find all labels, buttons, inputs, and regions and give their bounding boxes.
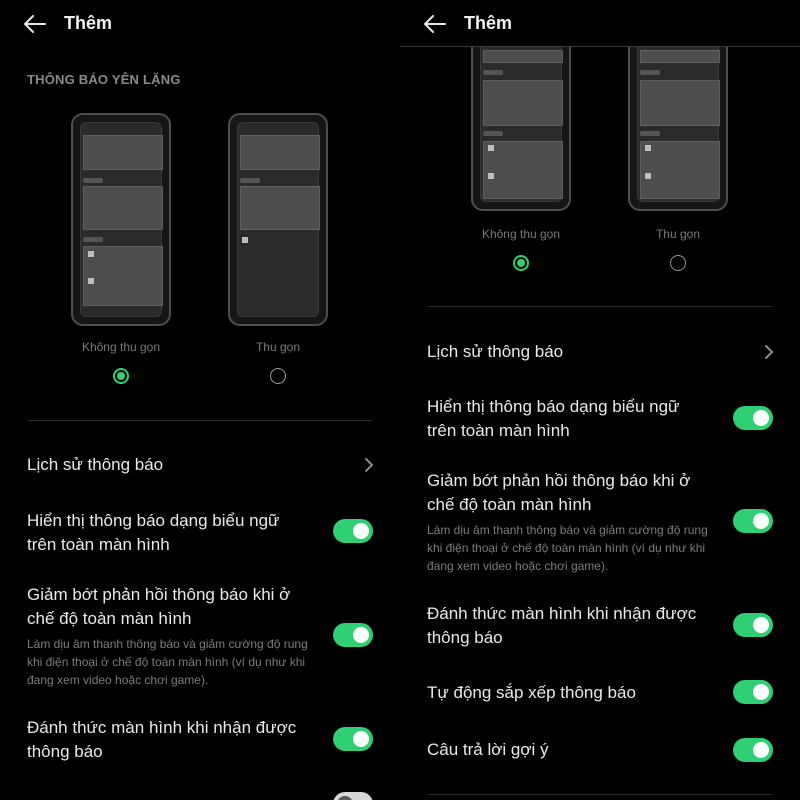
preview-not-collapsed[interactable]: [471, 47, 571, 211]
divider: [427, 306, 773, 307]
screen-right: Thêm Không thu gọn Thu gọn Lịch sử thông…: [400, 0, 800, 800]
preview-app-dot: [645, 145, 651, 151]
row-sub-reduce-feedback: Làm dịu âm thanh thông báo và giảm cường…: [27, 637, 308, 687]
preview-not-collapsed[interactable]: [71, 113, 171, 326]
toggle-reduce-feedback[interactable]: [333, 623, 373, 647]
preview-notification-card: [483, 80, 563, 126]
back-arrow-icon[interactable]: [424, 15, 446, 33]
preview-notification-card: [640, 50, 720, 63]
row-notification-history[interactable]: Lịch sử thông báo: [0, 443, 400, 487]
preview-header-bar: [640, 70, 660, 75]
preview-app-dot: [88, 278, 94, 284]
screen-left: Thêm THÔNG BÁO YÊN LẶNG Không thu gọn Th…: [0, 0, 400, 800]
row-label-wake-screen: Đánh thức màn hình khi nhận được thông b…: [427, 604, 697, 647]
preview-header-bar: [483, 131, 503, 136]
preview-header-bar: [640, 131, 660, 136]
row-label-reduce-feedback: Giảm bớt phản hồi thông báo khi ở chế độ…: [427, 471, 691, 514]
radio-not-collapsed[interactable]: [113, 368, 129, 384]
row-label-suggested-replies: Câu trả lời gợi ý: [427, 740, 549, 759]
page-title: Thêm: [64, 13, 113, 33]
toggle-partial-next[interactable]: [333, 792, 373, 800]
preview-header-bar: [83, 237, 103, 242]
style-label-not-collapsed: Không thu gọn: [481, 227, 561, 241]
preview-notification-card: [483, 141, 563, 199]
section-heading: THÔNG BÁO YÊN LẶNG: [27, 72, 181, 87]
toggle-fullscreen-banner[interactable]: [333, 519, 373, 543]
preview-notification-card: [640, 141, 720, 199]
row-notification-history[interactable]: Lịch sử thông báo: [400, 330, 800, 374]
preview-header-bar: [240, 178, 260, 183]
preview-screen: [480, 47, 563, 202]
preview-notification-card: [83, 135, 163, 170]
preview-area: [400, 47, 800, 217]
divider: [27, 420, 373, 421]
preview-notification-card: [240, 186, 320, 230]
preview-header-bar: [83, 178, 103, 183]
preview-notification-card: [483, 50, 563, 63]
preview-notification-card: [83, 186, 163, 230]
radio-not-collapsed[interactable]: [513, 255, 529, 271]
preview-app-dot: [242, 237, 248, 243]
preview-app-dot: [488, 173, 494, 179]
chevron-right-icon: [765, 345, 774, 359]
page-title: Thêm: [464, 13, 513, 33]
toggle-wake-screen[interactable]: [333, 727, 373, 751]
preview-screen: [237, 122, 320, 317]
style-label-not-collapsed: Không thu gọn: [81, 340, 161, 354]
preview-notification-card: [83, 246, 163, 306]
preview-screen: [637, 47, 720, 202]
row-label: Lịch sử thông báo: [427, 342, 564, 361]
row-label-auto-sort: Tự động sắp xếp thông báo: [427, 683, 636, 702]
preview-app-dot: [88, 251, 94, 257]
row-sub-reduce-feedback: Làm dịu âm thanh thông báo và giảm cường…: [427, 523, 708, 573]
toggle-auto-sort[interactable]: [733, 680, 773, 704]
row-label-wake-screen: Đánh thức màn hình khi nhận được thông b…: [27, 718, 297, 761]
row-label-fullscreen-banner: Hiển thị thông báo dạng biểu ngữ trên to…: [27, 511, 280, 554]
divider: [427, 794, 773, 795]
toggle-suggested-replies[interactable]: [733, 738, 773, 762]
toggle-fullscreen-banner[interactable]: [733, 406, 773, 430]
chevron-right-icon: [365, 458, 374, 472]
preview-header-bar: [483, 70, 503, 75]
style-label-collapsed: Thu gọn: [255, 340, 301, 354]
toggle-wake-screen[interactable]: [733, 613, 773, 637]
preview-app-dot: [645, 173, 651, 179]
preview-screen: [80, 122, 163, 317]
radio-collapsed[interactable]: [670, 255, 686, 271]
preview-app-dot: [488, 145, 494, 151]
preview-notification-card: [240, 135, 320, 170]
back-arrow-icon[interactable]: [24, 15, 46, 33]
row-label-fullscreen-banner: Hiển thị thông báo dạng biểu ngữ trên to…: [427, 397, 680, 440]
preview-notification-card: [640, 80, 720, 126]
row-label-reduce-feedback: Giảm bớt phản hồi thông báo khi ở chế độ…: [27, 585, 291, 628]
preview-collapsed[interactable]: [228, 113, 328, 326]
toggle-reduce-feedback[interactable]: [733, 509, 773, 533]
radio-collapsed[interactable]: [270, 368, 286, 384]
row-label: Lịch sử thông báo: [27, 455, 164, 474]
preview-collapsed-scrolled[interactable]: [628, 47, 728, 211]
style-label-collapsed: Thu gọn: [655, 227, 701, 241]
